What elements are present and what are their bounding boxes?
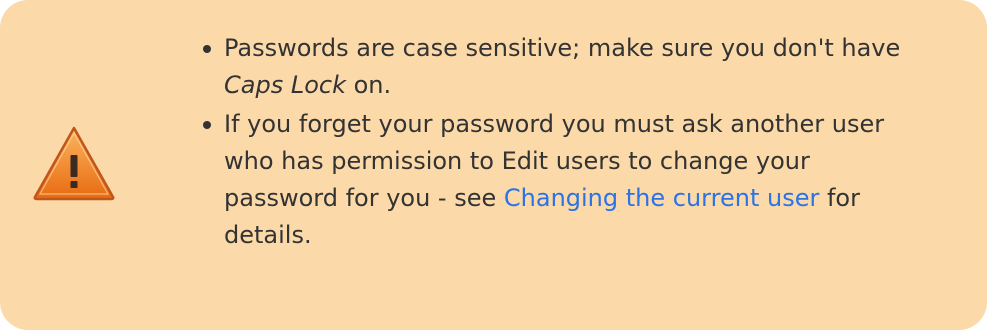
note-text: Passwords are case sensitive; make sure …	[224, 34, 901, 62]
note-list: Passwords are case sensitive; make sure …	[203, 30, 924, 256]
warning-note-box: Passwords are case sensitive; make sure …	[0, 0, 987, 330]
warning-icon	[33, 126, 115, 201]
bullet-icon	[203, 121, 211, 129]
caps-lock-emphasis: Caps Lock	[224, 71, 346, 99]
bullet-icon	[203, 45, 211, 53]
list-item: If you forget your password you must ask…	[203, 106, 924, 254]
note-text: on.	[345, 71, 392, 99]
list-item: Passwords are case sensitive; make sure …	[203, 30, 924, 104]
changing-current-user-link[interactable]: Changing the current user	[504, 184, 819, 212]
